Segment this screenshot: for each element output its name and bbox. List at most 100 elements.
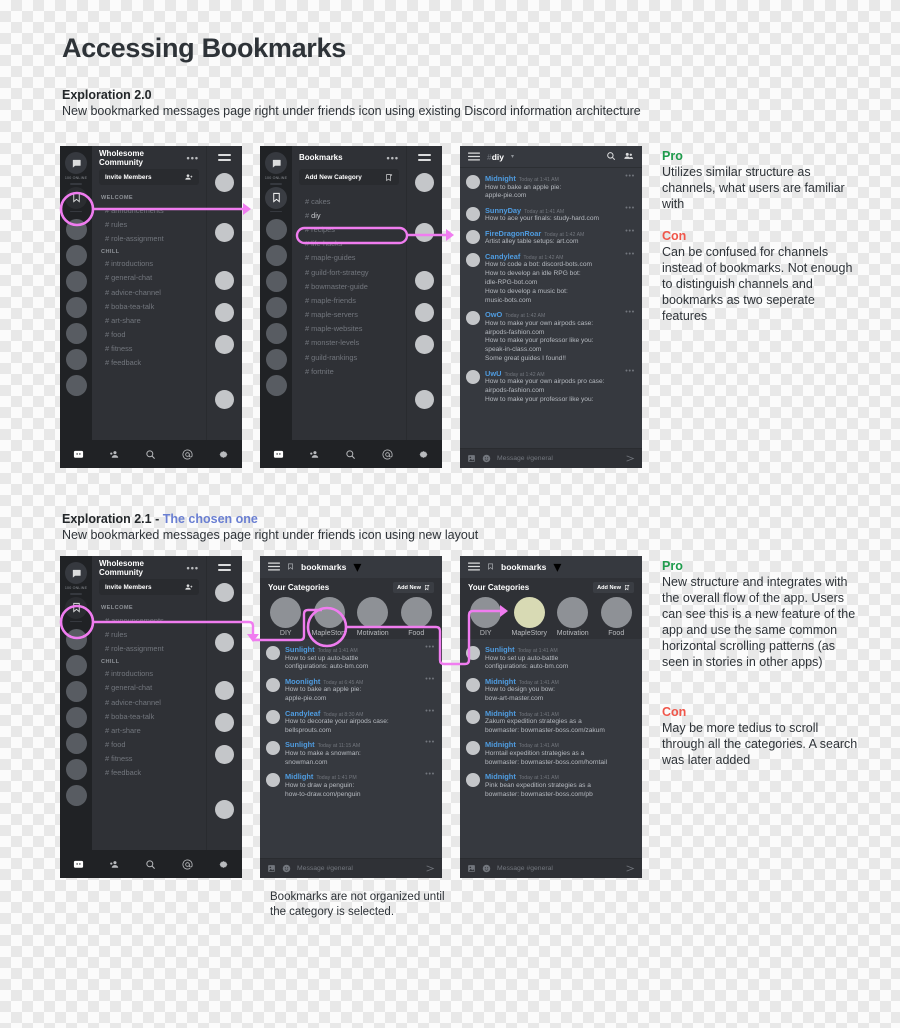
chat-bubble-icon[interactable] — [265, 152, 287, 174]
emoji-icon[interactable] — [282, 860, 291, 878]
add-new-button[interactable]: Add New — [593, 582, 634, 593]
server-avatar[interactable] — [265, 375, 287, 396]
chat-bubble-icon[interactable] — [65, 562, 87, 584]
menu-icon[interactable] — [207, 146, 242, 169]
member-avatar[interactable] — [215, 271, 234, 290]
server-avatar[interactable] — [265, 219, 287, 240]
invite-members-button[interactable]: Invite Members — [99, 579, 199, 595]
friends-icon[interactable] — [109, 449, 120, 460]
bookmark-category-item[interactable]: # maple-servers — [292, 308, 406, 322]
category-item-selected[interactable]: MapleStory — [510, 597, 548, 637]
attachment-icon[interactable] — [467, 860, 476, 878]
menu-icon[interactable] — [468, 148, 480, 166]
message-row[interactable]: UwU Today at 1:42 AM How to make your own… — [460, 366, 642, 407]
member-avatar[interactable] — [415, 335, 434, 354]
server-avatar[interactable] — [265, 271, 287, 292]
message-input[interactable]: Message #general — [297, 865, 419, 872]
send-icon[interactable] — [625, 860, 635, 878]
channel-item[interactable]: # fitness — [92, 752, 206, 766]
message-overflow-icon[interactable]: ••• — [625, 251, 635, 306]
server-avatar[interactable] — [65, 655, 87, 676]
channel-item[interactable]: # introductions — [92, 667, 206, 681]
member-avatar[interactable] — [415, 271, 434, 290]
message-overflow-icon[interactable]: ••• — [425, 771, 435, 799]
message-row[interactable]: Midlight Today at 1:41 PM How to draw a p… — [260, 769, 442, 801]
add-new-button[interactable]: Add New — [393, 582, 434, 593]
channel-item[interactable]: # general-chat — [92, 271, 206, 285]
server-avatar[interactable] — [65, 349, 87, 370]
bookmark-category-item[interactable]: # life-hacks — [292, 237, 406, 251]
member-avatar[interactable] — [215, 173, 234, 192]
bookmark-category-item[interactable]: # monster-levels — [292, 336, 406, 350]
message-row[interactable]: Midnight Today at 1:41 AM Pink bean exped… — [460, 769, 642, 801]
category-item[interactable]: DIY — [267, 597, 305, 637]
search-icon[interactable] — [145, 449, 156, 460]
server-avatar[interactable] — [65, 629, 87, 650]
bookmark-category-item[interactable]: # maple-websites — [292, 322, 406, 336]
channel-group-label[interactable]: WELCOME — [92, 602, 206, 613]
bookmark-category-item[interactable]: # recipes — [292, 222, 406, 236]
settings-gear-icon[interactable] — [418, 449, 429, 460]
member-avatar[interactable] — [215, 633, 234, 652]
mentions-icon[interactable] — [382, 449, 393, 460]
invite-members-button[interactable]: Invite Members — [99, 169, 199, 185]
channel-item[interactable]: # fitness — [92, 342, 206, 356]
add-new-category-button[interactable]: Add New Category — [299, 169, 399, 185]
message-list[interactable]: Sunlight Today at 1:41 AM How to set up a… — [260, 639, 442, 858]
overflow-menu-icon[interactable]: ••• — [387, 153, 399, 162]
message-row[interactable]: Midnight Today at 1:41 AM How to design y… — [460, 674, 642, 706]
message-overflow-icon[interactable]: ••• — [625, 173, 635, 201]
channel-item[interactable]: # art-share — [92, 723, 206, 737]
message-overflow-icon[interactable]: ••• — [425, 708, 435, 736]
channel-item[interactable]: # advice-channel — [92, 695, 206, 709]
message-row[interactable]: SunnyDay Today at 1:41 AM How to ace your… — [460, 203, 642, 226]
member-avatar[interactable] — [415, 173, 434, 192]
send-icon[interactable] — [625, 450, 635, 468]
overflow-menu-icon[interactable]: ••• — [187, 153, 199, 162]
channel-item[interactable]: # announcements — [92, 613, 206, 627]
emoji-icon[interactable] — [482, 860, 491, 878]
server-avatar[interactable] — [65, 271, 87, 292]
member-avatar[interactable] — [215, 303, 234, 322]
server-avatar[interactable] — [65, 733, 87, 754]
message-row[interactable]: Sunlight Today at 11:15 AM How to make a … — [260, 737, 442, 769]
bookmark-category-item[interactable]: # fortnite — [292, 364, 406, 378]
channel-item[interactable]: # food — [92, 328, 206, 342]
menu-icon[interactable] — [207, 556, 242, 579]
bookmark-icon[interactable] — [65, 596, 87, 619]
members-icon[interactable] — [623, 148, 634, 166]
emoji-icon[interactable] — [482, 450, 491, 468]
category-carousel[interactable]: DIY MapleStory Motivation Food — [260, 596, 442, 637]
member-avatar[interactable] — [415, 390, 434, 409]
message-row[interactable]: OwO Today at 1:42 AM How to make your own… — [460, 307, 642, 366]
message-composer[interactable]: Message #general — [460, 858, 642, 878]
server-avatar[interactable] — [65, 681, 87, 702]
mentions-icon[interactable] — [182, 449, 193, 460]
menu-icon[interactable] — [268, 558, 280, 576]
message-input[interactable]: Message #general — [497, 455, 619, 462]
channel-item[interactable]: # role-assignment — [92, 641, 206, 655]
message-row[interactable]: FireDragonRoar Today at 1:42 AM Artist al… — [460, 226, 642, 249]
category-item[interactable]: Motivation — [554, 597, 592, 637]
overflow-menu-icon[interactable]: ••• — [187, 563, 199, 572]
member-avatar[interactable] — [215, 335, 234, 354]
message-row[interactable]: Candyleaf Today at 1:42 AM How to code a … — [460, 249, 642, 308]
bookmark-category-item[interactable]: # guild-fort-strategy — [292, 265, 406, 279]
bookmark-category-item[interactable]: # maple-friends — [292, 293, 406, 307]
server-avatar[interactable] — [265, 349, 287, 370]
attachment-icon[interactable] — [267, 860, 276, 878]
message-composer[interactable]: Message #general — [460, 448, 642, 468]
server-avatar[interactable] — [265, 323, 287, 344]
channel-item[interactable]: # announcements — [92, 203, 206, 217]
channel-item[interactable]: # general-chat — [92, 681, 206, 695]
message-overflow-icon[interactable]: ••• — [425, 676, 435, 704]
member-avatar[interactable] — [215, 390, 234, 409]
member-avatar[interactable] — [415, 303, 434, 322]
mentions-icon[interactable] — [182, 859, 193, 870]
server-avatar[interactable] — [65, 759, 87, 780]
bookmark-icon[interactable] — [265, 186, 287, 209]
category-item[interactable]: Food — [597, 597, 635, 637]
menu-icon[interactable] — [407, 146, 442, 169]
message-row[interactable]: Midnight Today at 1:41 AM Zakum expeditio… — [460, 706, 642, 738]
settings-gear-icon[interactable] — [218, 449, 229, 460]
